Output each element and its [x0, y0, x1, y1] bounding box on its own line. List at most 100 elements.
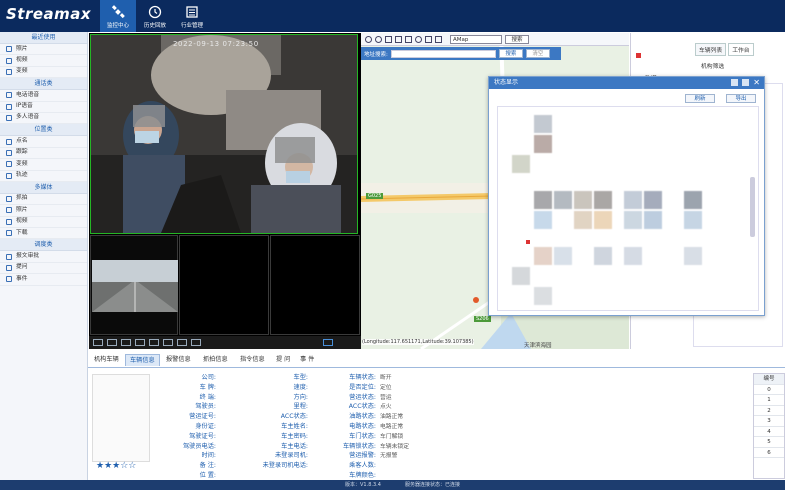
dialog-refresh-button[interactable]: 刷新 — [685, 94, 715, 103]
table-row[interactable]: 3 — [754, 416, 784, 427]
table-row[interactable]: 6 — [754, 448, 784, 458]
masked-cell — [512, 267, 530, 285]
tab-org-vehicle[interactable]: 机构车辆 — [90, 354, 123, 366]
frequency-icon — [6, 161, 12, 168]
table-row[interactable]: 1 — [754, 395, 784, 406]
sidebar-item-trajectory[interactable]: 轨迹 — [0, 171, 87, 182]
settings-icon[interactable] — [435, 35, 442, 43]
org-filter-label[interactable]: 机构筛选 — [701, 61, 724, 70]
layout-25-icon[interactable] — [177, 339, 187, 346]
address-search-bar: 地址搜索: 搜索 清空 — [361, 47, 561, 60]
video-cell-2[interactable] — [90, 235, 178, 335]
license-no-label: 营运证号: — [189, 413, 216, 421]
measure-icon[interactable] — [405, 35, 412, 43]
tab-question[interactable]: 提 问 — [272, 354, 294, 366]
close-icon[interactable]: ✕ — [753, 78, 760, 87]
sidebar-item-ip-voice[interactable]: IP语音 — [0, 102, 87, 113]
sidebar-item-event[interactable]: 事件 — [0, 274, 87, 286]
circuit-status-value: 电路正常 — [380, 423, 404, 430]
main-video-feed[interactable]: 2022-09-13 07:23:50 — [90, 34, 358, 234]
sidebar-item-phone-voice[interactable]: 电话语音 — [0, 90, 87, 102]
sidebar-item-question[interactable]: 提问 — [0, 263, 87, 275]
pan-icon[interactable] — [395, 35, 402, 43]
pointer-icon[interactable] — [385, 35, 392, 43]
layout-16-icon[interactable] — [163, 339, 173, 346]
layout-9-icon[interactable] — [149, 339, 159, 346]
dialog-title: 状态显示 — [489, 77, 764, 89]
layout-4-icon[interactable] — [107, 339, 117, 346]
mileage-label: 里程: — [293, 403, 308, 411]
sidebar-item-video[interactable]: 视频 — [0, 55, 87, 67]
sidebar-item-download[interactable]: 下载 — [0, 228, 87, 240]
map-provider-select[interactable]: AMap — [450, 34, 502, 44]
zoom-in-icon[interactable] — [365, 35, 372, 43]
server-connection-text: 服务器连接状态：已连接 — [405, 482, 461, 488]
dialog-scrollbar[interactable] — [750, 177, 755, 237]
tab-alarm-info[interactable]: 报警信息 — [162, 354, 195, 366]
sidebar-item-photo[interactable]: 照片 — [0, 44, 87, 56]
maximize-icon[interactable] — [742, 79, 749, 86]
company-label: 公司: — [201, 374, 216, 381]
area-icon[interactable] — [415, 35, 422, 43]
sidebar-item-multi-voice[interactable]: 多人语音 — [0, 113, 87, 125]
sidebar-item-label: 视频 — [16, 56, 28, 63]
address-clear-button[interactable]: 清空 — [525, 49, 550, 58]
owner-phone-label: 车主电话: — [281, 442, 308, 450]
info-column-3-values: 断开 定位 营运 点火 油路正常 电路正常 车门解锁 车辆未锁定 无报警 — [380, 372, 409, 460]
sidebar-section-dispatch: 调度类 — [0, 239, 87, 252]
speed-label: 速度: — [293, 383, 308, 391]
id-card-label: 身份证: — [195, 422, 216, 430]
sidebar-item-frequency-2[interactable]: 变频 — [0, 159, 87, 171]
layout-8-icon[interactable] — [135, 339, 145, 346]
zoom-out-icon[interactable] — [375, 35, 382, 43]
sidebar-item-photo-2[interactable]: 照片 — [0, 205, 87, 217]
sidebar-item-snapshot[interactable]: 抓拍 — [0, 194, 87, 206]
sidebar-item-video-2[interactable]: 视频 — [0, 217, 87, 229]
dialog-export-button[interactable]: 导出 — [726, 94, 756, 103]
minimize-icon[interactable] — [731, 79, 738, 86]
nav-history-playback[interactable]: 历史回放 — [137, 0, 173, 32]
sidebar-item-label: 变频 — [16, 68, 28, 75]
sidebar-item-message-approval[interactable]: 报文审批 — [0, 251, 87, 263]
tab-workbench[interactable]: 工作台 — [728, 43, 754, 56]
layout-1-icon[interactable] — [93, 339, 103, 346]
masked-cell — [534, 191, 552, 209]
plate-color-label: 车牌颜色: — [349, 471, 376, 479]
tab-snapshot-info[interactable]: 抓拍信息 — [199, 354, 232, 366]
tab-command-info[interactable]: 指令信息 — [236, 354, 269, 366]
cabin-camera-image — [91, 35, 357, 233]
tab-vehicle-list[interactable]: 车辆列表 — [695, 43, 727, 56]
id-table-header: 编号 — [754, 374, 784, 385]
table-row[interactable]: 2 — [754, 406, 784, 416]
map-toolbar: AMap 搜索 — [361, 33, 629, 46]
download-icon — [6, 230, 12, 237]
video-cell-4[interactable] — [270, 235, 360, 335]
sidebar-item-frequency[interactable]: 变频 — [0, 67, 87, 79]
layout-36-icon[interactable] — [191, 339, 201, 346]
table-row[interactable]: 4 — [754, 427, 784, 437]
vehicle-status-label: 车辆状态: — [349, 374, 376, 381]
table-row[interactable]: 0 — [754, 385, 784, 395]
address-search-input[interactable] — [390, 49, 496, 58]
table-row[interactable]: 5 — [754, 437, 784, 448]
fullscreen-icon[interactable] — [323, 339, 333, 346]
video-cell-3[interactable] — [179, 235, 269, 335]
masked-cell — [534, 247, 552, 265]
masked-cell — [534, 115, 552, 133]
address-search-button[interactable]: 搜索 — [498, 49, 523, 58]
tab-vehicle-info[interactable]: 车辆信息 — [125, 354, 160, 366]
layout-6-icon[interactable] — [121, 339, 131, 346]
fit-icon[interactable] — [425, 35, 432, 43]
sidebar-item-track[interactable]: 跟踪 — [0, 148, 87, 160]
map-search-button[interactable]: 搜索 — [505, 34, 529, 44]
right-panel-tabs: 车辆列表 工作台 — [695, 43, 754, 56]
nav-monitor-center[interactable]: 监控中心 — [100, 0, 136, 32]
nav-industry-management[interactable]: 行业管理 — [174, 0, 210, 32]
camera-icon — [6, 196, 12, 203]
masked-cell — [684, 191, 702, 209]
sidebar-item-label: 视频 — [16, 218, 28, 225]
info-column-1: 公司: 车 牌: 终 端: 驾驶员: 营运证号: 身份证: 驾驶证号: 驾驶员电… — [156, 372, 216, 480]
sidebar-item-rollcall[interactable]: 点名 — [0, 136, 87, 148]
tab-event[interactable]: 事 件 — [296, 354, 318, 366]
sidebar-item-label: 变频 — [16, 160, 28, 167]
